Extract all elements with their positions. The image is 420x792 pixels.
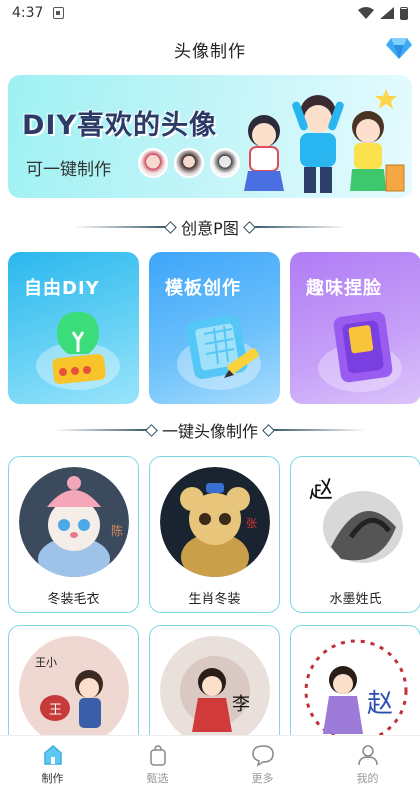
avatar-template-card[interactable]: 张 生肖冬装 <box>149 456 280 613</box>
feature-label: 趣味捏脸 <box>306 278 382 299</box>
phone-card-icon <box>318 311 402 392</box>
avatar-template-card[interactable]: 赵 水墨姓氏 <box>290 456 420 613</box>
template-pencil-icon <box>177 315 261 390</box>
template-creation-card[interactable]: 模板创作 <box>149 252 280 404</box>
avatar-template-card[interactable]: 陈 冬装毛衣 <box>8 456 139 613</box>
avatar-section-title: 一键头像制作 <box>0 418 420 442</box>
tab-more[interactable]: 更多 <box>210 736 315 792</box>
banner-sample-avatars <box>138 148 240 178</box>
sim-card-icon <box>53 7 65 19</box>
svg-text:李: 李 <box>232 694 250 715</box>
divider-ornament <box>53 429 154 431</box>
feature-label: 模板创作 <box>165 278 241 299</box>
avatar-template-grid: 陈 冬装毛衣 张 生肖冬装 赵 水墨姓氏 王 王小 李 赵 <box>8 456 420 782</box>
sample-avatar <box>138 148 168 178</box>
boy-surname-avatar: 王 王小 <box>19 636 129 746</box>
home-icon <box>43 744 62 765</box>
status-icons <box>358 6 408 20</box>
title-bar: 头像制作 <box>0 30 420 68</box>
bag-icon <box>149 744 166 766</box>
svg-text:陈: 陈 <box>111 523 123 538</box>
battery-icon <box>400 6 408 20</box>
creative-section-title: 创意P图 <box>0 215 420 239</box>
cartoon-kids-illustration <box>244 89 405 193</box>
tab-label: 更多 <box>251 771 274 785</box>
tab-make[interactable]: 制作 <box>0 736 105 792</box>
sample-avatar <box>174 148 204 178</box>
creative-feature-row: 自由DIY 模板创作 趣味捏脸 <box>8 252 420 404</box>
tab-mine[interactable]: 我的 <box>315 736 420 792</box>
feature-label: 自由DIY <box>24 278 100 299</box>
user-icon <box>357 744 378 765</box>
wifi-icon <box>358 7 374 19</box>
page-title: 头像制作 <box>174 41 246 62</box>
section-label: 一键头像制作 <box>161 422 258 441</box>
banner-subtitle: 可一键制作 <box>26 160 111 180</box>
bottom-tab-bar: 制作 甄选 更多 我的 <box>0 735 420 792</box>
diamond-icon[interactable] <box>386 36 412 60</box>
divider-ornament <box>73 226 174 228</box>
lightbulb-icon <box>36 312 120 390</box>
avatar-caption: 生肖冬装 <box>188 592 241 607</box>
status-bar: 4:37 <box>0 0 420 26</box>
divider-ornament <box>266 429 366 431</box>
tiger-sweater-avatar: 陈 <box>19 467 129 577</box>
banner-headline: DIY喜欢的头像 <box>22 110 218 141</box>
svg-text:赵: 赵 <box>309 475 333 503</box>
svg-text:王小: 王小 <box>35 656 57 669</box>
tab-label: 制作 <box>41 771 64 785</box>
zodiac-winter-avatar: 张 <box>160 467 270 577</box>
tab-label: 甄选 <box>146 771 169 785</box>
free-diy-card[interactable]: 自由DIY <box>8 252 139 404</box>
fun-face-card[interactable]: 趣味捏脸 <box>290 252 420 404</box>
tab-featured[interactable]: 甄选 <box>105 736 210 792</box>
signal-icon <box>380 7 394 19</box>
section-label: 创意P图 <box>181 219 239 238</box>
svg-text:张: 张 <box>246 517 257 530</box>
hanfu-surname-avatar: 赵 <box>301 636 411 746</box>
svg-text:王: 王 <box>49 703 62 718</box>
tab-label: 我的 <box>356 771 379 785</box>
status-time: 4:37 <box>12 5 44 21</box>
avatar-caption: 冬装毛衣 <box>47 592 100 607</box>
divider-ornament <box>246 226 347 228</box>
ink-surname-avatar: 赵 <box>301 467 411 577</box>
promo-banner[interactable]: DIY喜欢的头像 可一键制作 <box>8 75 412 198</box>
girl-surname-avatar: 李 <box>160 636 270 746</box>
chat-bubble-icon <box>251 744 274 767</box>
svg-text:赵: 赵 <box>367 689 393 719</box>
avatar-caption: 水墨姓氏 <box>329 592 382 607</box>
